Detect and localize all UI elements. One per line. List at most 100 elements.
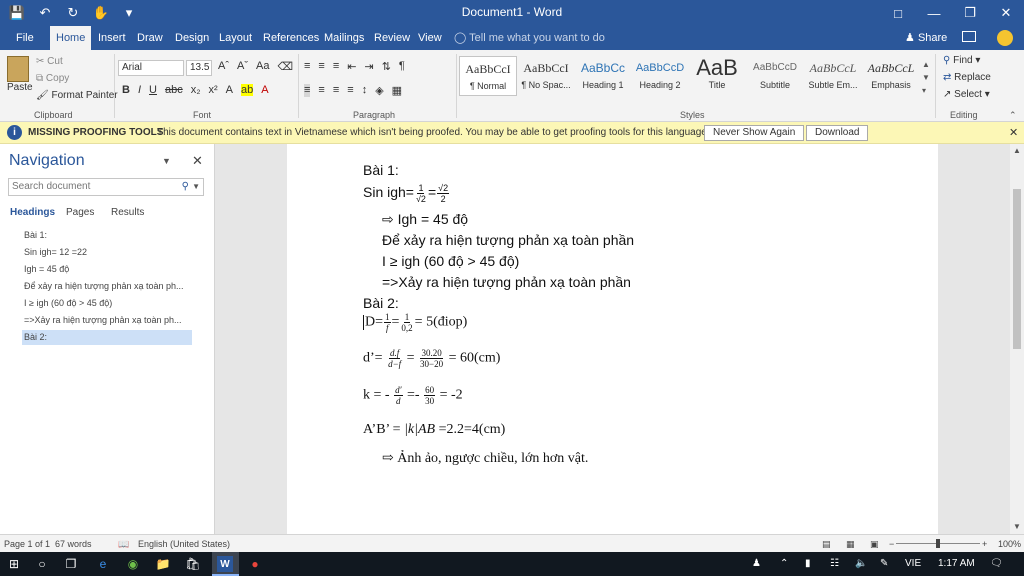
zoom-level[interactable]: 100% — [998, 539, 1021, 549]
tab-insert[interactable]: Insert — [92, 26, 132, 50]
change-case-icon[interactable]: Aa — [256, 60, 269, 73]
close-icon[interactable]: ✕ — [988, 0, 1024, 26]
decrease-indent-icon[interactable]: ⇤ — [347, 60, 356, 73]
bold-icon[interactable]: B — [122, 84, 130, 96]
font-color-icon[interactable]: A — [261, 84, 268, 96]
web-layout-icon[interactable]: ▣ — [870, 539, 879, 550]
notifications-icon[interactable]: 🗨 — [990, 558, 1003, 569]
zoom-slider-thumb[interactable] — [936, 539, 940, 548]
style-heading-1[interactable]: AaBbCc Heading 1 — [574, 56, 632, 96]
restore-icon[interactable]: ❐ — [952, 0, 988, 26]
find-button[interactable]: ⚲ Find ▾ — [943, 55, 980, 66]
download-button[interactable]: Download — [806, 125, 869, 141]
clock[interactable]: 1:17 AM — [938, 558, 975, 569]
italic-icon[interactable]: I — [138, 84, 141, 96]
word-count[interactable]: 67 words — [55, 539, 92, 549]
tab-draw[interactable]: Draw — [131, 26, 169, 50]
style-emphasis[interactable]: AaBbCcL Emphasis — [862, 56, 920, 96]
proofing-icon[interactable]: 📖 — [118, 539, 129, 550]
align-right-icon[interactable]: ≡ — [333, 84, 339, 97]
paste-label[interactable]: Paste — [7, 82, 33, 93]
heading-item[interactable]: Sin igh= 12 =22 — [22, 245, 192, 260]
style-subtle-emphasis[interactable]: AaBbCcL Subtle Em... — [804, 56, 862, 96]
search-icon[interactable]: ⚲ — [182, 179, 189, 195]
task-view-icon[interactable]: ❐ — [63, 556, 79, 572]
styles-gallery-scroll[interactable]: ▲ ▼ ▾ — [922, 58, 930, 97]
zoom-out-icon[interactable]: − — [889, 539, 894, 549]
print-layout-icon[interactable]: ▦ — [846, 539, 855, 550]
tab-references[interactable]: References — [257, 26, 325, 50]
scroll-up-icon[interactable]: ▲ — [1013, 146, 1021, 155]
edge-icon[interactable]: e — [95, 556, 111, 572]
justify-icon[interactable]: ≡ — [347, 84, 353, 97]
replace-button[interactable]: ⇄ Replace — [943, 72, 991, 83]
heading-item[interactable]: I ≥ igh (60 độ > 45 độ) — [22, 296, 192, 311]
paste-icon[interactable] — [7, 56, 29, 82]
app-icon[interactable]: ◉ — [125, 556, 141, 572]
underline-icon[interactable]: U — [149, 84, 157, 96]
font-size-select[interactable]: 13.5 — [186, 60, 212, 76]
sort-icon[interactable]: ⇅ — [382, 60, 391, 73]
superscript-icon[interactable]: x² — [209, 84, 218, 96]
language-status[interactable]: English (United States) — [138, 539, 230, 549]
tab-pages[interactable]: Pages — [66, 207, 94, 218]
store-icon[interactable]: 🛍 — [185, 556, 201, 572]
file-explorer-icon[interactable]: 📁 — [155, 556, 171, 572]
people-icon[interactable]: ♟ — [752, 558, 761, 569]
search-input[interactable]: Search document ⚲ ▼ — [8, 178, 204, 196]
minimize-icon[interactable]: — — [916, 0, 952, 26]
line-spacing-icon[interactable]: ↕ — [362, 84, 368, 97]
style-no-spacing[interactable]: AaBbCcI ¶ No Spac... — [517, 56, 575, 96]
heading-item[interactable]: Bài 1: — [22, 228, 192, 243]
close-icon[interactable]: ✕ — [192, 153, 203, 169]
read-mode-icon[interactable]: ▤ — [822, 539, 831, 550]
style-heading-2[interactable]: AaBbCcD Heading 2 — [631, 56, 689, 96]
close-icon[interactable]: ✕ — [1009, 126, 1018, 139]
windows-start-icon[interactable]: ⊞ — [6, 556, 22, 572]
battery-icon[interactable]: ▮ — [805, 558, 811, 569]
heading-item-selected[interactable]: Bài 2: — [22, 330, 192, 345]
format-painter-button[interactable]: 🖌 Format Painter — [36, 90, 118, 101]
input-language[interactable]: VIE — [905, 558, 921, 569]
increase-indent-icon[interactable]: ⇥ — [364, 60, 373, 73]
tab-design[interactable]: Design — [169, 26, 215, 50]
never-show-again-button[interactable]: Never Show Again — [704, 125, 805, 141]
font-name-select[interactable]: Arial — [118, 60, 184, 76]
show-marks-icon[interactable]: ¶ — [399, 60, 405, 73]
collapse-ribbon-icon[interactable]: ⌃ — [1009, 110, 1017, 121]
chevron-down-icon[interactable]: ▼ — [192, 179, 200, 195]
zoom-in-icon[interactable]: + — [982, 539, 987, 549]
align-center-icon[interactable]: ≡ — [318, 84, 324, 97]
page-count[interactable]: Page 1 of 1 — [4, 539, 50, 549]
tab-view[interactable]: View — [412, 26, 448, 50]
subscript-icon[interactable]: x₂ — [191, 84, 201, 96]
bullets-icon[interactable]: ≡ — [304, 60, 310, 73]
scroll-down-icon[interactable]: ▼ — [1013, 522, 1021, 531]
word-icon[interactable]: W — [217, 556, 233, 572]
share-button[interactable]: ♟ Share — [905, 26, 947, 50]
copy-button[interactable]: ⧉ Copy — [36, 73, 69, 84]
align-left-icon[interactable]: ≡ — [304, 84, 311, 97]
feedback-smiley-icon[interactable] — [997, 30, 1013, 46]
volume-icon[interactable]: 🔈 — [855, 558, 867, 569]
shrink-font-icon[interactable]: Aˇ — [237, 60, 248, 73]
borders-icon[interactable]: ▦ — [392, 84, 402, 97]
numbering-icon[interactable]: ≡ — [318, 60, 324, 73]
shading-icon[interactable]: ◈ — [375, 84, 383, 97]
style-subtitle[interactable]: AaBbCcD Subtitle — [746, 56, 804, 96]
scrollbar-thumb[interactable] — [1013, 189, 1021, 349]
heading-item[interactable]: Igh = 45 độ — [22, 262, 192, 277]
clear-formatting-icon[interactable]: ⌫ — [277, 60, 293, 73]
network-icon[interactable]: ☷ — [830, 558, 839, 569]
heading-item[interactable]: Để xảy ra hiện tượng phản xạ toàn ph... — [22, 279, 192, 294]
ribbon-display-icon[interactable]: □ — [880, 0, 916, 26]
tab-file[interactable]: File — [10, 26, 40, 50]
heading-item[interactable]: =>Xảy ra hiện tượng phản xạ toàn ph... — [22, 313, 192, 328]
multilevel-list-icon[interactable]: ≡ — [333, 60, 339, 73]
chevron-down-icon[interactable]: ▼ — [162, 156, 171, 166]
tab-review[interactable]: Review — [368, 26, 416, 50]
tray-chevron-icon[interactable]: ⌃ — [780, 558, 788, 569]
document-page[interactable]: Bài 1: Sin igh= 1 √2 = √2 2 ⇨ Igh = 45 độ Để … — [287, 144, 938, 534]
text-effects-icon[interactable]: A — [226, 84, 233, 96]
select-button[interactable]: ↗ Select ▾ — [943, 89, 990, 100]
